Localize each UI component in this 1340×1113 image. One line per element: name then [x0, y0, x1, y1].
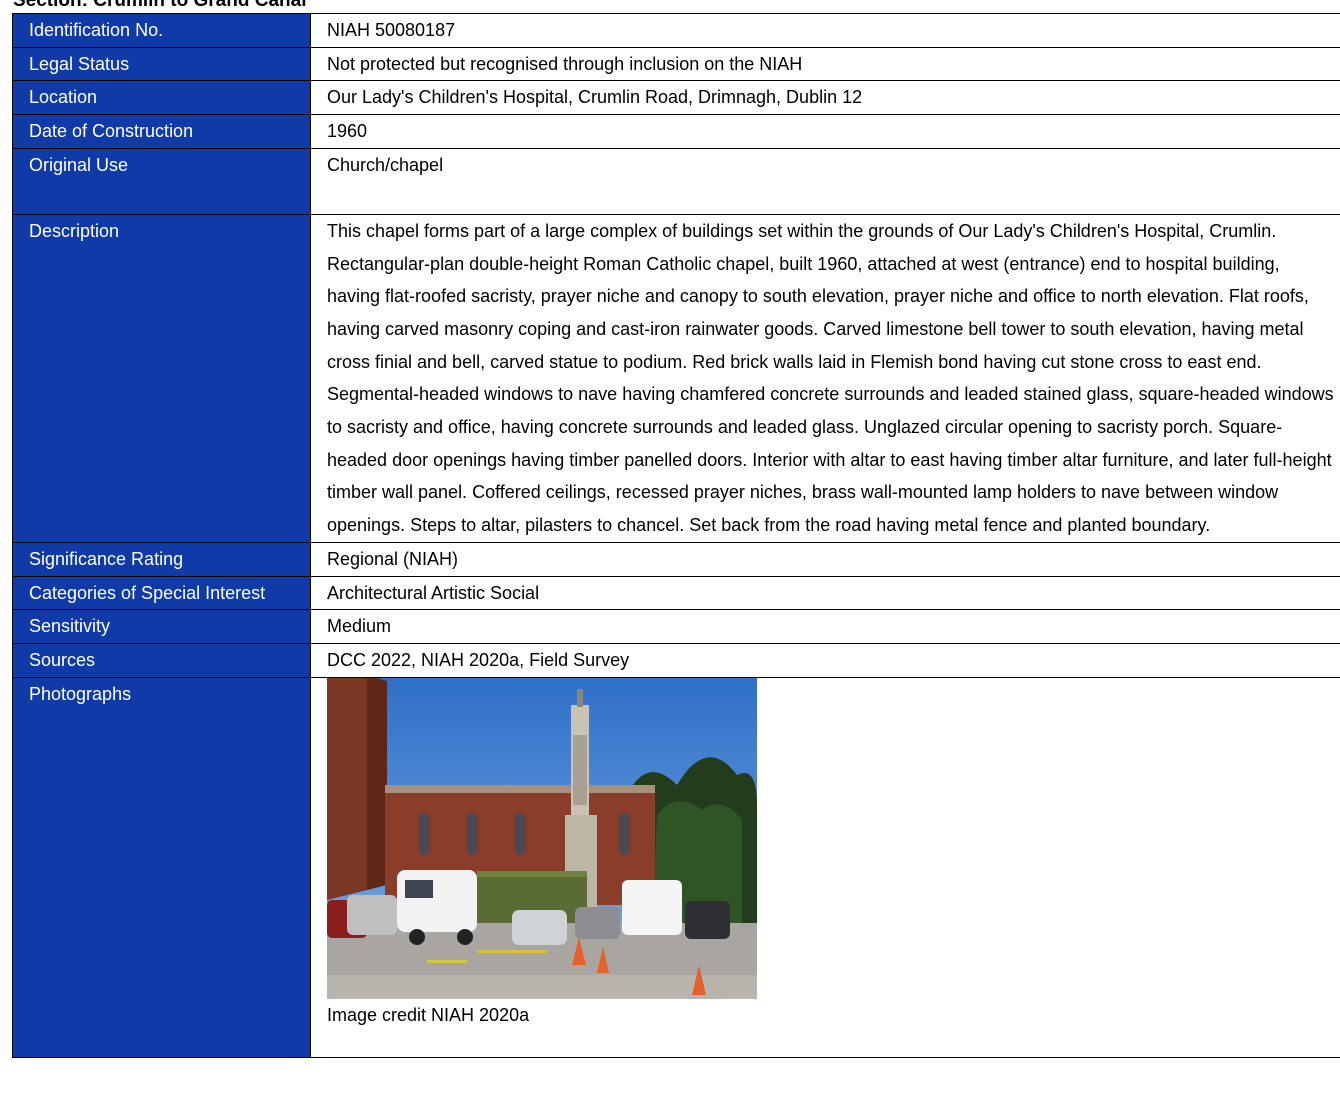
photo-credit: Image credit NIAH 2020a: [327, 1004, 530, 1025]
row-legal-status: Legal Status Not protected but recognise…: [12, 46, 1340, 82]
significance-rating-value: Regional (NIAH): [310, 541, 1340, 577]
legal-status-value: Not protected but recognised through inc…: [310, 46, 1340, 82]
row-date-of-construction: Date of Construction 1960: [12, 114, 1340, 149]
row-significance-rating: Significance Rating Regional (NIAH): [12, 541, 1340, 577]
row-description: Description This chapel forms part of a …: [12, 213, 1340, 543]
heritage-record-table: Identification No. NIAH 50080187 Legal S…: [12, 13, 1340, 1058]
identification-value: NIAH 50080187: [310, 13, 1340, 48]
photographs-label: Photographs: [12, 676, 311, 1058]
legal-status-label: Legal Status: [12, 46, 311, 82]
section-heading: Section: Crumlin to Grand Canal: [13, 0, 307, 11]
categories-value: Architectural Artistic Social: [310, 575, 1340, 611]
significance-rating-label: Significance Rating: [12, 541, 311, 577]
row-sensitivity: Sensitivity Medium: [12, 609, 1340, 644]
sensitivity-value: Medium: [310, 609, 1340, 644]
sources-value: DCC 2022, NIAH 2020a, Field Survey: [310, 642, 1340, 678]
categories-label: Categories of Special Interest: [12, 575, 311, 611]
description-label: Description: [12, 213, 311, 543]
row-categories-of-special-interest: Categories of Special Interest Architect…: [12, 575, 1340, 611]
sensitivity-label: Sensitivity: [12, 609, 311, 644]
row-sources: Sources DCC 2022, NIAH 2020a, Field Surv…: [12, 642, 1340, 678]
original-use-label: Original Use: [12, 147, 311, 215]
row-identification: Identification No. NIAH 50080187: [12, 13, 1340, 48]
chapel-photograph: [327, 678, 757, 999]
sources-label: Sources: [12, 642, 311, 678]
description-value: This chapel forms part of a large comple…: [310, 213, 1340, 543]
location-value: Our Lady's Children's Hospital, Crumlin …: [310, 80, 1340, 116]
photographs-value: Image credit NIAH 2020a: [310, 676, 1340, 1058]
row-original-use: Original Use Church/chapel: [12, 147, 1340, 215]
identification-label: Identification No.: [12, 13, 311, 48]
row-photographs: Photographs Image credit NIAH 2020a: [12, 676, 1340, 1058]
date-of-construction-label: Date of Construction: [12, 114, 311, 149]
date-of-construction-value: 1960: [310, 114, 1340, 149]
row-location: Location Our Lady's Children's Hospital,…: [12, 80, 1340, 116]
original-use-value: Church/chapel: [310, 147, 1340, 215]
location-label: Location: [12, 80, 311, 116]
